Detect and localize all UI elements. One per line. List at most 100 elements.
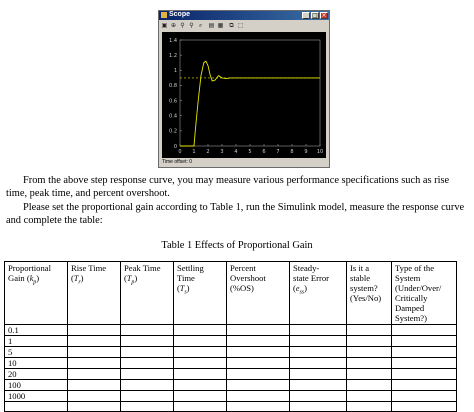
blank-entry-cell[interactable] [391, 390, 457, 402]
blank-entry-cell[interactable] [391, 335, 457, 347]
blank-entry-cell[interactable] [4, 401, 68, 412]
table-row: 5 [4, 346, 457, 358]
header-symbol: Ts [179, 284, 187, 296]
blank-entry-cell[interactable] [391, 368, 457, 380]
header-text: Critically [395, 293, 428, 303]
maximize-icon[interactable]: □ [311, 12, 319, 19]
x-tick-label: 2 [206, 149, 209, 155]
blank-entry-cell[interactable] [120, 346, 174, 358]
blank-entry-cell[interactable] [226, 368, 290, 380]
blank-entry-cell[interactable] [120, 368, 174, 380]
blank-entry-cell[interactable] [346, 335, 392, 347]
blank-entry-cell[interactable] [391, 357, 457, 369]
time-offset-status: Time offset: 0 [162, 159, 193, 165]
header-cell: Is it a stable system? (Yes/No) [346, 261, 392, 325]
blank-entry-cell[interactable] [391, 346, 457, 358]
blank-entry-cell[interactable] [226, 379, 290, 391]
print-icon[interactable]: ▣ [161, 22, 168, 29]
blank-entry-cell[interactable] [346, 357, 392, 369]
blank-entry-cell[interactable] [391, 401, 457, 412]
scope-toolbar: ▣ ⊕ ⚲ ⚲ ⌕ ▤ ▦ ⧉ ⬚ [159, 21, 329, 31]
blank-entry-cell[interactable] [226, 401, 290, 412]
blank-entry-cell[interactable] [173, 357, 227, 369]
blank-entry-cell[interactable] [120, 324, 174, 336]
blank-entry-cell[interactable] [173, 324, 227, 336]
gain-cell: 1000 [4, 390, 68, 402]
blank-entry-cell[interactable] [120, 357, 174, 369]
blank-entry-cell[interactable] [67, 368, 121, 380]
save-axes-icon[interactable]: ▤ [208, 22, 215, 29]
blank-entry-cell[interactable] [346, 379, 392, 391]
header-close: ) [36, 273, 40, 283]
blank-entry-cell[interactable] [289, 368, 347, 380]
step-response-line [180, 60, 320, 147]
blank-entry-cell[interactable] [67, 390, 121, 402]
blank-entry-cell[interactable] [289, 357, 347, 369]
blank-entry-cell[interactable] [226, 390, 290, 402]
header-symbol: Tr [73, 274, 81, 286]
float-icon[interactable]: ⧉ [228, 22, 235, 29]
blank-entry-cell[interactable] [289, 335, 347, 347]
blank-entry-cell[interactable] [120, 379, 174, 391]
y-tick-label: 0 [174, 144, 177, 150]
blank-entry-cell[interactable] [346, 390, 392, 402]
header-text: system? [350, 283, 378, 293]
blank-entry-cell[interactable] [289, 401, 347, 412]
zoom-x-icon[interactable]: ⚲ [179, 22, 186, 29]
blank-entry-cell[interactable] [67, 379, 121, 391]
blank-entry-cell[interactable] [67, 357, 121, 369]
gain-cell: 20 [4, 368, 68, 380]
blank-entry-cell[interactable] [226, 335, 290, 347]
minimize-icon[interactable]: _ [302, 12, 310, 19]
zoom-y-icon[interactable]: ⚲ [188, 22, 195, 29]
blank-entry-cell[interactable] [67, 324, 121, 336]
blank-entry-cell[interactable] [226, 357, 290, 369]
close-icon[interactable]: × [320, 12, 328, 19]
blank-entry-cell[interactable] [226, 324, 290, 336]
blank-entry-cell[interactable] [289, 324, 347, 336]
table-row: 1 [4, 335, 457, 347]
header-text: Time [177, 273, 195, 283]
header-text: Type of the [395, 263, 435, 273]
x-tick-label: 7 [276, 149, 279, 155]
gain-cell: 100 [4, 379, 68, 391]
blank-entry-cell[interactable] [173, 401, 227, 412]
blank-entry-cell[interactable] [120, 401, 174, 412]
blank-entry-cell[interactable] [67, 335, 121, 347]
autoscale-icon[interactable]: ⌕ [197, 22, 204, 29]
blank-entry-cell[interactable] [173, 368, 227, 380]
blank-entry-cell[interactable] [391, 379, 457, 391]
blank-entry-cell[interactable] [67, 401, 121, 412]
blank-entry-cell[interactable] [346, 324, 392, 336]
blank-entry-cell[interactable] [289, 390, 347, 402]
header-text: Gain ( [8, 273, 30, 283]
blank-entry-cell[interactable] [346, 401, 392, 412]
header-text: state Error [293, 273, 330, 283]
header-text: Damped [395, 303, 425, 313]
blank-entry-cell[interactable] [226, 346, 290, 358]
blank-entry-cell[interactable] [346, 346, 392, 358]
header-text: System [395, 273, 421, 283]
blank-entry-cell[interactable] [173, 335, 227, 347]
paragraph-instructions: Please set the proportional gain accordi… [6, 201, 468, 227]
blank-entry-cell[interactable] [120, 335, 174, 347]
blank-entry-cell[interactable] [173, 390, 227, 402]
scope-title: Scope [169, 11, 191, 18]
blank-entry-cell[interactable] [391, 324, 457, 336]
header-text: Is it a [350, 263, 370, 273]
x-tick-label: 10 [317, 149, 323, 155]
blank-entry-cell[interactable] [289, 346, 347, 358]
blank-entry-cell[interactable] [346, 368, 392, 380]
blank-entry-cell[interactable] [173, 379, 227, 391]
select-icon[interactable]: ⬚ [237, 22, 244, 29]
blank-entry-cell[interactable] [173, 346, 227, 358]
scope-title-bar[interactable]: Scope _ □ × [159, 11, 329, 20]
blank-entry-cell[interactable] [289, 379, 347, 391]
zoom-in-icon[interactable]: ⊕ [170, 22, 177, 29]
x-tick-label: 9 [304, 149, 307, 155]
blank-entry-cell[interactable] [67, 346, 121, 358]
header-close: ) [80, 273, 84, 283]
parameters-icon[interactable]: ▦ [217, 22, 224, 29]
header-cell: Rise Time (Tr) [67, 261, 121, 325]
blank-entry-cell[interactable] [120, 390, 174, 402]
